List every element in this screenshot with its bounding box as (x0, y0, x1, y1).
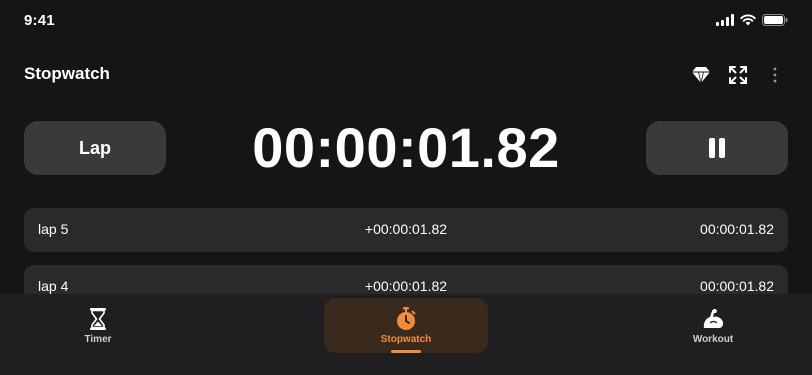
lap-total-time: 00:00:01.82 (700, 278, 774, 294)
active-tab-indicator (391, 350, 421, 353)
lap-button-label: Lap (78, 137, 111, 158)
tab-label: Timer (84, 334, 112, 345)
status-icons (716, 14, 788, 26)
status-time: 9:41 (24, 12, 55, 29)
tab-timer[interactable]: Timer (16, 298, 180, 353)
tab-stopwatch[interactable]: Stopwatch (324, 298, 488, 353)
battery-icon (762, 14, 788, 26)
lap-total-time: 00:00:01.82 (700, 221, 774, 237)
cellular-signal-icon (716, 14, 734, 26)
lap-split-time: +00:00:01.82 (364, 278, 448, 294)
page-title: Stopwatch (24, 64, 110, 83)
flexed-arm-icon (701, 308, 725, 330)
hourglass-icon (89, 308, 107, 330)
lap-button[interactable]: Lap (24, 121, 166, 175)
pause-icon (709, 138, 725, 158)
pause-button[interactable] (646, 121, 788, 175)
more-options-icon[interactable] (764, 64, 786, 86)
lap-row: lap 5 +00:00:01.82 00:00:01.82 (24, 208, 788, 252)
status-bar: 9:41 (0, 0, 812, 40)
diamond-icon[interactable] (690, 64, 712, 86)
tab-label: Workout (692, 334, 734, 345)
fullscreen-icon[interactable] (727, 64, 749, 86)
wifi-icon (740, 14, 756, 26)
tab-label: Stopwatch (380, 334, 432, 345)
tab-bar: Timer Stopwatch Workout (0, 294, 812, 375)
lap-split-time: +00:00:01.82 (364, 221, 448, 237)
elapsed-time-display: 00:00:01.82 (252, 116, 560, 179)
stopwatch-icon (395, 307, 417, 330)
tab-workout[interactable]: Workout (631, 298, 795, 353)
